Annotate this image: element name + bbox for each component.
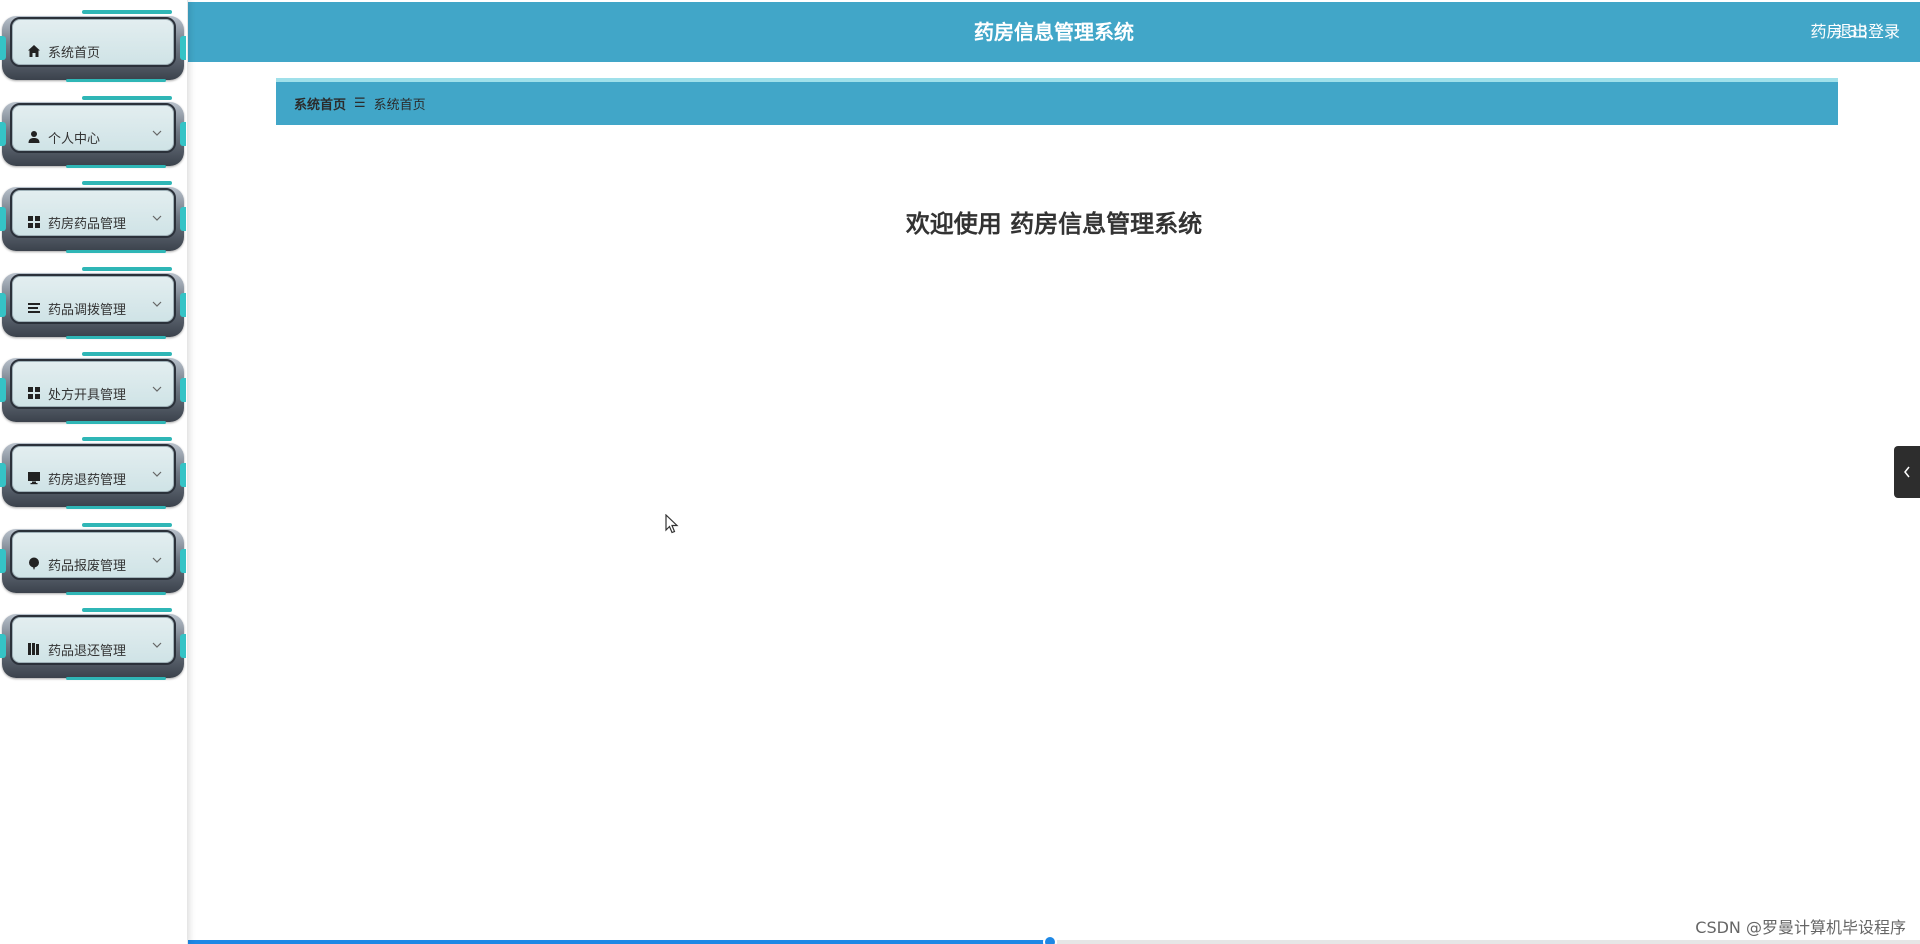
chevron-down-icon bbox=[152, 213, 162, 223]
logout-button[interactable]: 退出登录 bbox=[1836, 2, 1920, 62]
decor-wing bbox=[180, 36, 186, 60]
sidebar-item-label: 药品退还管理 bbox=[48, 644, 127, 659]
sidebar-item-drug-refund[interactable]: 药品退还管理 bbox=[0, 608, 186, 682]
decor-cap bbox=[82, 10, 172, 14]
chevron-down-icon bbox=[152, 384, 162, 394]
sidebar: 系统首页 个人中心 药房药品管理 药品调拨管理 处方开具管理 药房退药管理 药品… bbox=[0, 0, 188, 944]
decor-wing bbox=[180, 207, 186, 231]
sidebar-item-prescription[interactable]: 处方开具管理 bbox=[0, 352, 186, 426]
chevron-down-icon bbox=[152, 469, 162, 479]
chevron-down-icon bbox=[152, 640, 162, 650]
sidebar-item-drug-transfer[interactable]: 药品调拨管理 bbox=[0, 267, 186, 341]
decor-wing bbox=[0, 36, 6, 60]
decor-cap bbox=[66, 79, 166, 82]
decor-cap bbox=[82, 352, 172, 356]
decor-cap bbox=[66, 506, 166, 509]
decor-wing bbox=[0, 463, 6, 487]
user-icon bbox=[26, 129, 42, 145]
decor-cap bbox=[66, 677, 166, 680]
decor-wing bbox=[0, 634, 6, 658]
collapse-panel-button[interactable] bbox=[1894, 446, 1920, 498]
app-title: 药房信息管理系统 bbox=[974, 20, 1134, 44]
breadcrumb-root-link[interactable]: 系统首页 bbox=[294, 94, 346, 113]
decor-wing bbox=[0, 293, 6, 317]
decor-cap bbox=[82, 181, 172, 185]
welcome-heading: 欢迎使用 药房信息管理系统 bbox=[905, 210, 1203, 238]
sidebar-item-label: 个人中心 bbox=[48, 132, 101, 147]
decor-wing bbox=[0, 549, 6, 573]
breadcrumb-separator-icon: ☰ bbox=[354, 96, 366, 111]
decor-wing bbox=[0, 207, 6, 231]
decor-wing bbox=[180, 463, 186, 487]
decor-cap bbox=[82, 523, 172, 527]
mouse-cursor-icon bbox=[665, 513, 679, 538]
decor-cap bbox=[66, 336, 166, 339]
sidebar-item-home[interactable]: 系统首页 bbox=[0, 10, 186, 84]
decor-cap bbox=[82, 267, 172, 271]
sidebar-item-label: 药品报废管理 bbox=[48, 559, 127, 574]
decor-cap bbox=[82, 437, 172, 441]
decor-wing bbox=[180, 122, 186, 146]
decor-wing bbox=[180, 549, 186, 573]
decor-wing bbox=[180, 293, 186, 317]
sidebar-item-label: 系统首页 bbox=[48, 46, 101, 61]
menu-lines-icon bbox=[26, 300, 42, 316]
chevron-down-icon bbox=[152, 299, 162, 309]
sidebar-item-label: 处方开具管理 bbox=[48, 388, 127, 403]
decor-cap bbox=[66, 250, 166, 253]
video-progress-thumb[interactable] bbox=[1043, 935, 1058, 944]
decor-cap bbox=[66, 421, 166, 424]
sidebar-item-personal-center[interactable]: 个人中心 bbox=[0, 96, 186, 170]
books-icon bbox=[26, 641, 42, 657]
home-icon bbox=[26, 43, 42, 59]
grid-icon bbox=[26, 214, 42, 230]
breadcrumb-current: 系统首页 bbox=[373, 98, 426, 113]
decor-cap bbox=[82, 96, 172, 100]
decor-wing bbox=[0, 122, 6, 146]
decor-wing bbox=[180, 378, 186, 402]
sidebar-item-drug-scrap[interactable]: 药品报废管理 bbox=[0, 523, 186, 597]
decor-cap bbox=[66, 592, 166, 595]
sidebar-item-label: 药品调拨管理 bbox=[48, 303, 127, 318]
top-header: 药房信息管理系统 药房 33 退出登录 bbox=[188, 2, 1920, 62]
sidebar-item-drug-return[interactable]: 药房退药管理 bbox=[0, 437, 186, 511]
decor-wing bbox=[180, 634, 186, 658]
sidebar-item-label: 药房退药管理 bbox=[48, 473, 127, 488]
breadcrumb: 系统首页 ☰ 系统首页 bbox=[276, 78, 1838, 125]
breadcrumb-items: 系统首页 ☰ 系统首页 bbox=[294, 82, 426, 125]
balloon-icon bbox=[26, 556, 42, 572]
sidebar-item-label: 药房药品管理 bbox=[48, 217, 127, 232]
decor-cap bbox=[66, 165, 166, 168]
grid-icon bbox=[26, 385, 42, 401]
sidebar-item-pharmacy-drug[interactable]: 药房药品管理 bbox=[0, 181, 186, 255]
decor-cap bbox=[82, 608, 172, 612]
chevron-down-icon bbox=[152, 128, 162, 138]
app-root: 系统首页 个人中心 药房药品管理 药品调拨管理 处方开具管理 药房退药管理 药品… bbox=[0, 0, 1920, 944]
monitor-icon bbox=[26, 470, 42, 486]
chevron-down-icon bbox=[152, 555, 162, 565]
decor-wing bbox=[0, 378, 6, 402]
watermark: CSDN @罗曼计算机毕设程序 bbox=[1695, 918, 1906, 937]
chevron-left-icon bbox=[1903, 463, 1911, 482]
